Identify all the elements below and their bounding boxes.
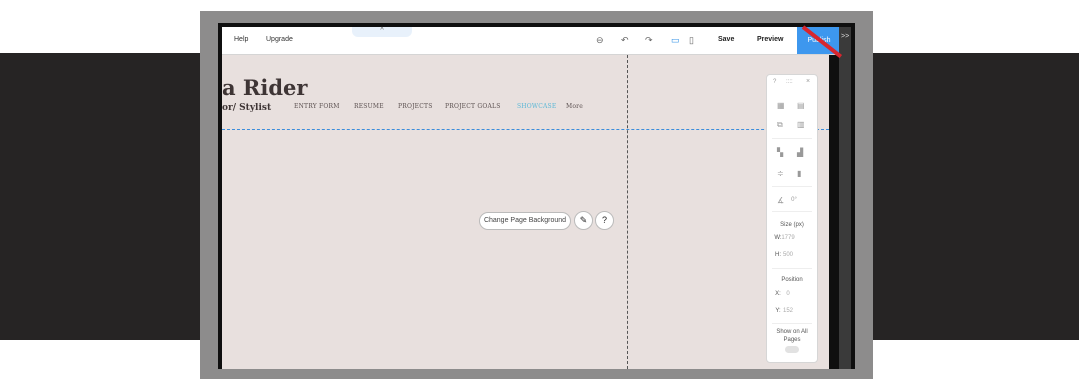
height-field[interactable]: 500 xyxy=(773,252,803,258)
arrange-icon[interactable]: ▚ xyxy=(777,148,783,157)
panel-help-icon[interactable]: ? xyxy=(773,79,776,85)
match-size-icon[interactable]: ▮ xyxy=(797,169,801,178)
top-toolbar: Help Upgrade ^ ⊖ ↶ ↷ ▭ ▯ Save Preview Pu… xyxy=(222,27,841,55)
width-field[interactable]: 1779 xyxy=(773,235,803,241)
panel-divider xyxy=(772,186,812,187)
y-field[interactable]: 152 xyxy=(773,308,803,314)
collapse-toolbar-tab[interactable]: ^ xyxy=(352,27,412,37)
page-canvas[interactable]: a Rider or/ Stylist ENTRY FORM RESUME PR… xyxy=(222,55,829,369)
right-dark-band xyxy=(873,53,1079,340)
site-subtitle[interactable]: or/ Stylist xyxy=(222,103,271,113)
panel-drag-handle-icon[interactable]: :::: xyxy=(786,79,793,85)
panel-divider xyxy=(772,268,812,269)
redo-icon[interactable]: ↷ xyxy=(645,35,653,46)
expand-panel-icon[interactable]: >> xyxy=(841,33,849,40)
align-icon[interactable]: ▟ xyxy=(797,148,803,157)
site-logo-text[interactable]: a Rider xyxy=(222,75,307,100)
distribute-icon[interactable]: ≑ xyxy=(777,169,784,178)
editor-screen: Help Upgrade ^ ⊖ ↶ ↷ ▭ ▯ Save Preview Pu… xyxy=(218,23,855,369)
delete-icon[interactable]: ▥ xyxy=(797,120,805,129)
rotate-value[interactable]: 0° xyxy=(779,197,809,203)
left-dark-band xyxy=(0,53,200,340)
paste-icon[interactable]: ▤ xyxy=(797,101,805,110)
vertical-guide-line xyxy=(627,55,628,369)
panel-divider xyxy=(772,211,812,212)
brush-icon[interactable]: ✎ xyxy=(574,211,593,230)
inspector-panel: ? :::: × ▦ ▤ ⧉ ▥ ▚ ▟ ≑ ▮ ∡ 0° Size (px) … xyxy=(766,74,818,363)
copy-icon[interactable]: ▦ xyxy=(777,101,785,110)
x-field[interactable]: 0 xyxy=(773,291,803,297)
panel-divider xyxy=(772,323,812,324)
nav-item-resume[interactable]: RESUME xyxy=(354,103,384,110)
change-page-background-button[interactable]: Change Page Background xyxy=(479,212,571,230)
right-side-strip: >> xyxy=(839,27,851,369)
help-menu[interactable]: Help xyxy=(234,36,248,43)
show-on-all-pages-label: Show on All Pages xyxy=(776,329,808,343)
duplicate-icon[interactable]: ⧉ xyxy=(777,120,783,130)
desktop-icon[interactable]: ▭ xyxy=(671,35,680,46)
panel-divider xyxy=(772,138,812,139)
show-on-all-pages-toggle[interactable] xyxy=(785,346,799,353)
size-label: Size (px) xyxy=(780,222,804,228)
mobile-icon[interactable]: ▯ xyxy=(689,35,694,46)
position-label: Position xyxy=(781,277,803,283)
help-icon[interactable]: ? xyxy=(595,211,614,230)
nav-item-project-goals[interactable]: PROJECT GOALS xyxy=(445,103,501,110)
nav-item-entry-form[interactable]: ENTRY FORM xyxy=(294,103,340,110)
preview-button[interactable]: Preview xyxy=(757,36,783,43)
nav-item-more[interactable]: More xyxy=(566,103,583,110)
header-guide-line xyxy=(222,129,829,130)
panel-close-icon[interactable]: × xyxy=(806,78,810,85)
upgrade-menu[interactable]: Upgrade xyxy=(266,36,293,43)
nav-item-showcase[interactable]: SHOWCASE xyxy=(517,103,556,110)
nav-item-projects[interactable]: PROJECTS xyxy=(398,103,433,110)
save-button[interactable]: Save xyxy=(718,36,734,43)
undo-icon[interactable]: ↶ xyxy=(621,35,629,46)
zoom-out-icon[interactable]: ⊖ xyxy=(596,35,604,46)
